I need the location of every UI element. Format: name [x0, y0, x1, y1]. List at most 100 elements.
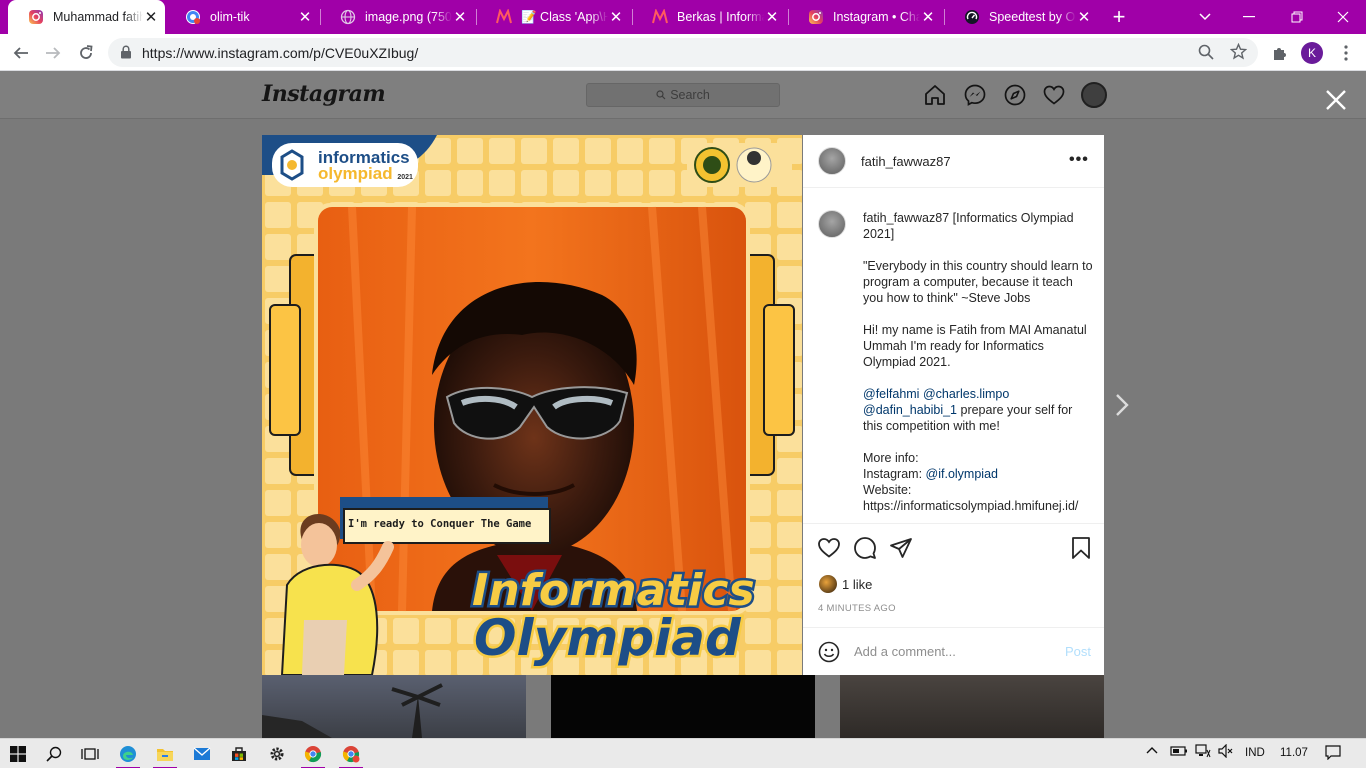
tab-instagram-post[interactable]: Muhammad fatih ✕	[8, 0, 165, 34]
forward-arrow-icon[interactable]	[40, 40, 66, 66]
language-indicator[interactable]: IND	[1245, 747, 1265, 759]
tab-image-png[interactable]: image.png (750× ✕	[320, 0, 474, 34]
clock-time[interactable]: 11.07	[1280, 747, 1308, 759]
lock-icon[interactable]	[120, 45, 132, 62]
grid-thumbnail[interactable]	[840, 675, 1104, 738]
browser-menu-icon[interactable]	[1333, 40, 1359, 66]
tab-title: Muhammad fatih	[53, 10, 143, 24]
explore-compass-icon[interactable]	[1003, 83, 1027, 107]
post-artwork: I'm ready to Conquer The Game Informatic…	[262, 135, 802, 675]
tab-title: Speedtest by Ook	[989, 10, 1076, 24]
share-paper-plane-icon[interactable]	[889, 536, 913, 560]
edge-browser-icon[interactable]	[110, 739, 146, 768]
new-tab-button[interactable]: +	[1106, 0, 1132, 34]
close-tab-icon[interactable]: ✕	[1076, 8, 1092, 26]
caption-intro: Hi! my name is Fatih from MAI Amanatul U…	[863, 323, 1087, 369]
caption-username[interactable]: fatih_fawwaz87	[863, 211, 949, 225]
network-icon[interactable]	[1195, 744, 1211, 761]
close-tab-icon[interactable]: ✕	[920, 8, 936, 26]
comment-input[interactable]: Add a comment...	[854, 644, 956, 659]
comment-icon[interactable]	[853, 536, 877, 560]
next-post-chevron-icon[interactable]	[1112, 392, 1132, 418]
tab-berkas-informatics[interactable]: Berkas | Informat ✕	[632, 0, 786, 34]
tab-title: Instagram • Chat	[833, 10, 920, 24]
mention-link[interactable]: @dafin_habibi_1	[863, 403, 957, 417]
like-heart-icon[interactable]	[817, 536, 841, 560]
caption-avatar[interactable]	[818, 210, 846, 238]
tab-olim-tik[interactable]: olim-tik ✕	[165, 0, 319, 34]
mail-icon[interactable]	[184, 739, 220, 768]
author-username[interactable]: fatih_fawwaz87	[861, 154, 951, 169]
minimize-window-icon[interactable]	[1226, 0, 1272, 34]
post-image[interactable]: I'm ready to Conquer The Game Informatic…	[262, 135, 802, 675]
caption-website: https://informaticsolympiad.hmifunej.id/	[863, 499, 1079, 513]
chrome-profile-icon[interactable]	[333, 739, 369, 768]
mention-link[interactable]: @charles.limpo	[923, 387, 1009, 401]
tab-instagram-chat[interactable]: Instagram • Chat ✕	[788, 0, 942, 34]
close-tab-icon[interactable]: ✕	[143, 8, 159, 26]
bookmark-star-icon[interactable]	[1229, 42, 1248, 63]
address-bar[interactable]: https://www.instagram.com/p/CVE0uXZIbug/	[108, 38, 1258, 67]
mention-link[interactable]: @if.olympiad	[926, 467, 998, 481]
liker-avatar[interactable]	[819, 575, 837, 593]
windows-start-icon[interactable]	[0, 739, 36, 768]
headline-olympiad: Olympiad	[474, 609, 742, 667]
close-window-icon[interactable]	[1320, 0, 1366, 34]
emoji-icon[interactable]	[818, 641, 840, 666]
close-tab-icon[interactable]: ✕	[297, 8, 313, 26]
tab-class-app-error[interactable]: 📝 Class 'App\H ✕	[476, 0, 630, 34]
search-icon[interactable]	[36, 739, 72, 768]
grid-thumbnail[interactable]	[262, 675, 526, 738]
browser-toolbar: https://www.instagram.com/p/CVE0uXZIbug/…	[0, 34, 1366, 71]
settings-gear-icon[interactable]	[259, 739, 295, 768]
more-options-icon[interactable]: •••	[1069, 151, 1091, 169]
post-details-panel: fatih_fawwaz87 ••• fatih_fawwaz87 [Infor…	[803, 135, 1104, 675]
instagram-icon	[28, 9, 44, 25]
post-comment-button[interactable]: Post	[1065, 644, 1091, 659]
file-explorer-icon[interactable]	[147, 739, 183, 768]
chrome-icon[interactable]	[295, 739, 331, 768]
caption-quote: "Everybody in this country should learn …	[863, 259, 1093, 305]
badge-olympiad: olympiad	[318, 164, 393, 183]
grid-thumbnail[interactable]	[551, 675, 815, 738]
author-avatar[interactable]	[818, 147, 846, 175]
task-view-icon[interactable]	[72, 739, 108, 768]
activity-heart-icon[interactable]	[1042, 83, 1066, 107]
caption-instagram-label: Instagram:	[863, 467, 926, 481]
post-header: fatih_fawwaz87 •••	[803, 135, 1104, 188]
search-input[interactable]: Search	[586, 83, 780, 107]
reload-icon[interactable]	[73, 40, 99, 66]
restore-window-icon[interactable]	[1274, 0, 1320, 34]
mention-link[interactable]: @felfahmi	[863, 387, 919, 401]
back-arrow-icon[interactable]	[8, 40, 34, 66]
save-bookmark-icon[interactable]	[1069, 536, 1093, 560]
messenger-icon[interactable]	[963, 83, 987, 107]
tab-speedtest[interactable]: Speedtest by Ook ✕	[944, 0, 1098, 34]
close-tab-icon[interactable]: ✕	[452, 8, 468, 26]
tray-chevron-up-icon[interactable]	[1146, 745, 1158, 758]
tab-title: olim-tik	[210, 10, 250, 24]
close-tab-icon[interactable]: ✕	[608, 8, 624, 26]
close-tab-icon[interactable]: ✕	[764, 8, 780, 26]
search-icon	[656, 90, 666, 100]
globe-icon	[340, 9, 356, 25]
store-bag-icon[interactable]	[221, 739, 257, 768]
close-modal-icon[interactable]	[1324, 88, 1348, 112]
extensions-puzzle-icon[interactable]	[1267, 40, 1293, 66]
caption-more-info: More info:	[863, 451, 919, 465]
windows-taskbar: IND 11.07	[0, 738, 1366, 768]
profile-avatar[interactable]	[1081, 82, 1107, 108]
speech-bubble-text: I'm ready to Conquer The Game	[348, 518, 531, 530]
like-count[interactable]: 1 like	[842, 577, 872, 592]
battery-icon[interactable]	[1170, 745, 1188, 760]
zoom-search-icon[interactable]	[1198, 44, 1214, 63]
volume-muted-icon[interactable]	[1218, 743, 1234, 761]
profile-avatar[interactable]: K	[1301, 42, 1323, 64]
tab-search-icon[interactable]	[1192, 0, 1218, 34]
instagram-logo[interactable]: Instagram	[262, 81, 386, 107]
instagram-icon	[808, 9, 824, 25]
home-icon[interactable]	[923, 83, 947, 107]
post-timestamp[interactable]: 4 MINUTES AGO	[818, 603, 896, 614]
notifications-icon[interactable]	[1325, 745, 1341, 763]
badge-informatics: informatics olympiad 2021	[318, 149, 413, 186]
